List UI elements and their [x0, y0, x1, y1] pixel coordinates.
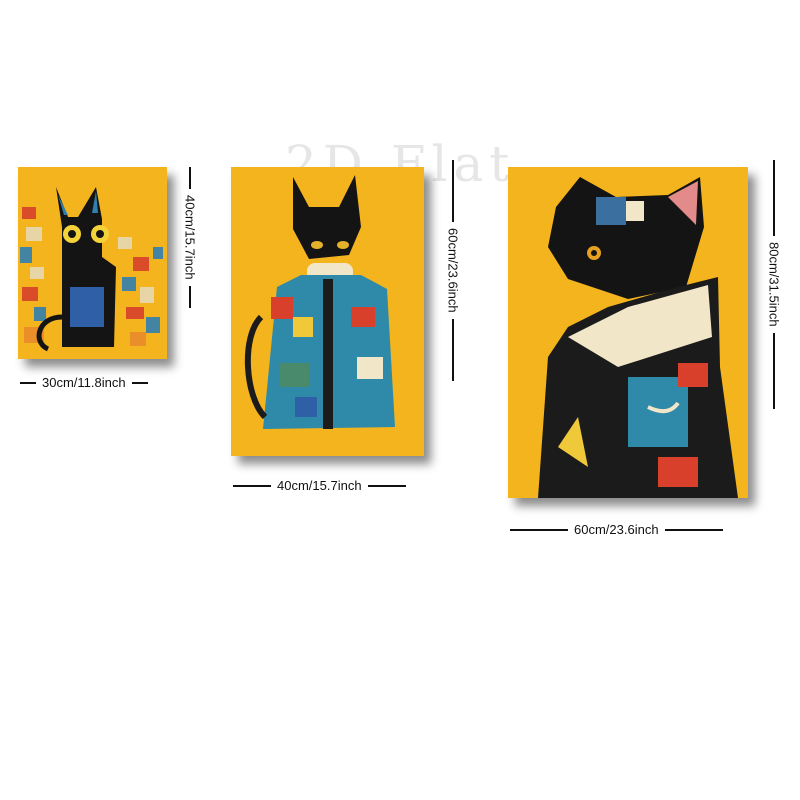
medium-height-dimension: 60cm/23.6inch — [443, 160, 463, 381]
large-width-label: 60cm/23.6inch — [574, 522, 659, 537]
small-height-dimension: 40cm/15.7inch — [180, 167, 200, 308]
medium-height-label: 60cm/23.6inch — [445, 228, 461, 313]
small-cat-painting — [18, 167, 167, 359]
large-width-dimension: 60cm/23.6inch — [510, 522, 723, 537]
small-width-label: 30cm/11.8inch — [42, 375, 126, 390]
medium-width-dimension: 40cm/15.7inch — [233, 478, 406, 493]
large-height-label: 80cm/31.5inch — [766, 242, 782, 327]
medium-width-label: 40cm/15.7inch — [277, 478, 362, 493]
small-width-dimension: 30cm/11.8inch — [20, 375, 148, 390]
large-cat-painting — [508, 167, 748, 498]
large-height-dimension: 80cm/31.5inch — [764, 160, 784, 409]
medium-cat-painting — [231, 167, 424, 456]
small-height-label: 40cm/15.7inch — [182, 195, 198, 280]
